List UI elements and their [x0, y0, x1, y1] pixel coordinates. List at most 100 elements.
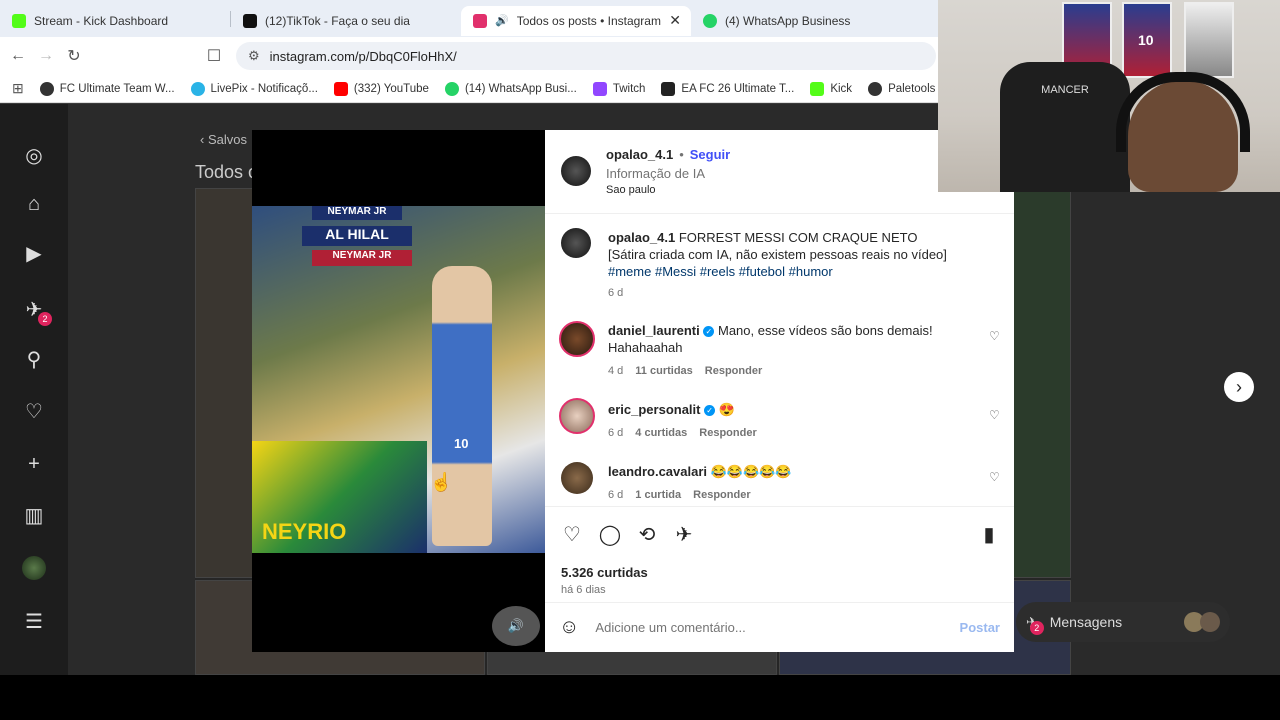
- jersey-number: 10: [454, 436, 469, 451]
- repost-icon[interactable]: ⟲: [635, 523, 659, 547]
- site-info-icon[interactable]: ⚙: [248, 48, 260, 64]
- comment-body: leandro.cavalari 😂😂😂😂😂: [608, 463, 978, 480]
- reply-button[interactable]: Responder: [693, 489, 750, 501]
- tab-instagram[interactable]: 🔊 Todos os posts • Instagram ✕: [461, 5, 691, 36]
- ai-info-label[interactable]: Informação de IA: [606, 166, 705, 181]
- back-to-saved[interactable]: ‹ Salvos: [200, 132, 247, 147]
- bookmark-item[interactable]: FC Ultimate Team W...: [39, 81, 175, 96]
- caption-meta: 6 d: [608, 287, 623, 299]
- search-icon[interactable]: ⚲: [22, 348, 46, 372]
- reply-button[interactable]: Responder: [705, 365, 762, 377]
- create-plus-icon[interactable]: +: [22, 452, 46, 476]
- comment-age: 6 d: [608, 489, 624, 501]
- tab-whatsapp[interactable]: (4) WhatsApp Business: [691, 6, 921, 36]
- tiktok-icon: [243, 13, 257, 28]
- gaming-chair: MANCER: [1000, 62, 1130, 192]
- bookmark-favicon: [39, 81, 54, 96]
- caption-username[interactable]: opalao_4.1: [608, 230, 675, 245]
- like-comment-heart-icon[interactable]: ♡: [989, 330, 1001, 342]
- avatar: [1200, 612, 1220, 632]
- menu-icon[interactable]: ☰: [22, 610, 46, 634]
- forward-arrow-icon[interactable]: →: [32, 42, 60, 70]
- poster-number: 10: [1138, 32, 1154, 48]
- post-thumbnail[interactable]: [195, 188, 253, 578]
- kick-icon: [12, 13, 26, 28]
- comment-username[interactable]: eric_personalit: [608, 402, 701, 417]
- comment-likes[interactable]: 1 curtida: [635, 489, 681, 501]
- tab-title: Stream - Kick Dashboard: [34, 13, 169, 28]
- like-heart-icon[interactable]: ♡: [560, 523, 584, 547]
- comment-username[interactable]: leandro.cavalari: [608, 464, 707, 479]
- avatar[interactable]: [559, 321, 595, 357]
- address-bar[interactable]: ⚙ instagram.com/p/DbqC0FloHhX/: [236, 42, 936, 70]
- comment-meta: 6 d 1 curtida Responder: [608, 489, 751, 501]
- avatar[interactable]: [559, 398, 595, 434]
- headset: [1116, 72, 1250, 152]
- comment-username[interactable]: daniel_laurenti: [608, 323, 700, 338]
- comment-age: 6 d: [608, 427, 624, 439]
- comment-text: 😂😂😂😂😂: [710, 464, 792, 479]
- chair-brand: MANCER: [1041, 84, 1089, 96]
- avatar[interactable]: [561, 156, 591, 186]
- avatar[interactable]: [561, 228, 591, 258]
- close-icon[interactable]: ✕: [669, 12, 681, 29]
- bed: NEYRIO: [252, 441, 427, 553]
- dashboard-icon[interactable]: ▥: [22, 504, 46, 528]
- separator: •: [679, 147, 684, 162]
- save-bookmark-icon[interactable]: ▮: [977, 523, 1001, 547]
- location-label[interactable]: Sao paulo: [606, 184, 656, 196]
- person-figure: 10: [432, 266, 492, 546]
- caption-age: 6 d: [608, 287, 624, 299]
- bookmark-item[interactable]: LivePix - Notificaçõ...: [190, 81, 318, 96]
- screen: Stream - Kick Dashboard (12)TikTok - Faç…: [0, 0, 1280, 675]
- apps-grid-icon[interactable]: ⊞: [12, 80, 24, 97]
- tab-kick[interactable]: Stream - Kick Dashboard: [0, 6, 230, 36]
- comment-likes[interactable]: 4 curtidas: [635, 427, 687, 439]
- bookmark-item[interactable]: (332) YouTube: [333, 81, 429, 96]
- profile-avatar[interactable]: [22, 556, 46, 580]
- comment-bubble-icon[interactable]: ◯: [598, 523, 622, 547]
- sound-toggle-button[interactable]: 🔊: [492, 606, 540, 646]
- emoji-icon[interactable]: ☺: [559, 616, 579, 639]
- heart-icon[interactable]: ♡: [22, 400, 46, 424]
- direct-messages-icon[interactable]: ✈ 2: [22, 298, 52, 326]
- bookmark-item[interactable]: Kick: [810, 81, 853, 96]
- post-username[interactable]: opalao_4.1: [606, 147, 673, 162]
- verified-badge-icon: ✓: [704, 405, 716, 417]
- next-post-button[interactable]: ›: [1224, 372, 1254, 402]
- messages-bar[interactable]: ✈2 Mensagens: [1016, 602, 1230, 642]
- messages-icon: ✈2: [1026, 614, 1044, 635]
- webcam-overlay: 10 MANCER: [938, 0, 1280, 192]
- reload-icon[interactable]: ↻: [60, 42, 88, 70]
- caption-hashtags[interactable]: #meme #Messi #reels #futebol #humor: [608, 264, 833, 279]
- share-send-icon[interactable]: ✈: [672, 523, 696, 547]
- avatar[interactable]: [561, 462, 593, 494]
- home-icon[interactable]: ⌂: [22, 192, 46, 216]
- bookmark-item[interactable]: EA FC 26 Ultimate T...: [661, 81, 794, 96]
- post-comment-button[interactable]: Postar: [960, 620, 1000, 635]
- wall-poster: [1184, 2, 1234, 78]
- url-text: instagram.com/p/DbqC0FloHhX/: [269, 48, 457, 64]
- avatar-stack: [1184, 612, 1220, 632]
- like-count[interactable]: 5.326 curtidas: [561, 565, 648, 580]
- bookmark-favicon: [868, 81, 883, 96]
- follow-button[interactable]: Seguir: [690, 147, 730, 162]
- like-comment-heart-icon[interactable]: ♡: [989, 409, 1001, 421]
- whatsapp-icon: [444, 81, 459, 96]
- back-arrow-icon[interactable]: ←: [4, 42, 32, 70]
- reply-button[interactable]: Responder: [699, 427, 756, 439]
- comment-composer: ☺ Postar: [545, 602, 1014, 652]
- tab-tiktok[interactable]: (12)TikTok - Faça o seu dia: [231, 6, 461, 36]
- bookmark-label: Kick: [830, 82, 853, 95]
- bookmark-item[interactable]: Twitch: [592, 81, 645, 96]
- like-comment-heart-icon[interactable]: ♡: [989, 471, 1001, 483]
- comment-input[interactable]: [595, 620, 944, 635]
- bookmark-item[interactable]: (14) WhatsApp Busi...: [444, 81, 577, 96]
- comment-likes[interactable]: 11 curtidas: [635, 365, 692, 377]
- post-media[interactable]: NEYMAR JR AL HILAL NEYMAR JR NEYRIO 10 🔊: [252, 130, 545, 652]
- post-video-frame[interactable]: NEYMAR JR AL HILAL NEYMAR JR NEYRIO 10: [252, 206, 545, 553]
- post-thumbnail[interactable]: [1013, 188, 1071, 578]
- reels-icon[interactable]: ▶: [22, 242, 46, 266]
- instagram-logo-icon[interactable]: ◎: [22, 144, 46, 168]
- bookmark-icon[interactable]: ☐: [200, 42, 228, 70]
